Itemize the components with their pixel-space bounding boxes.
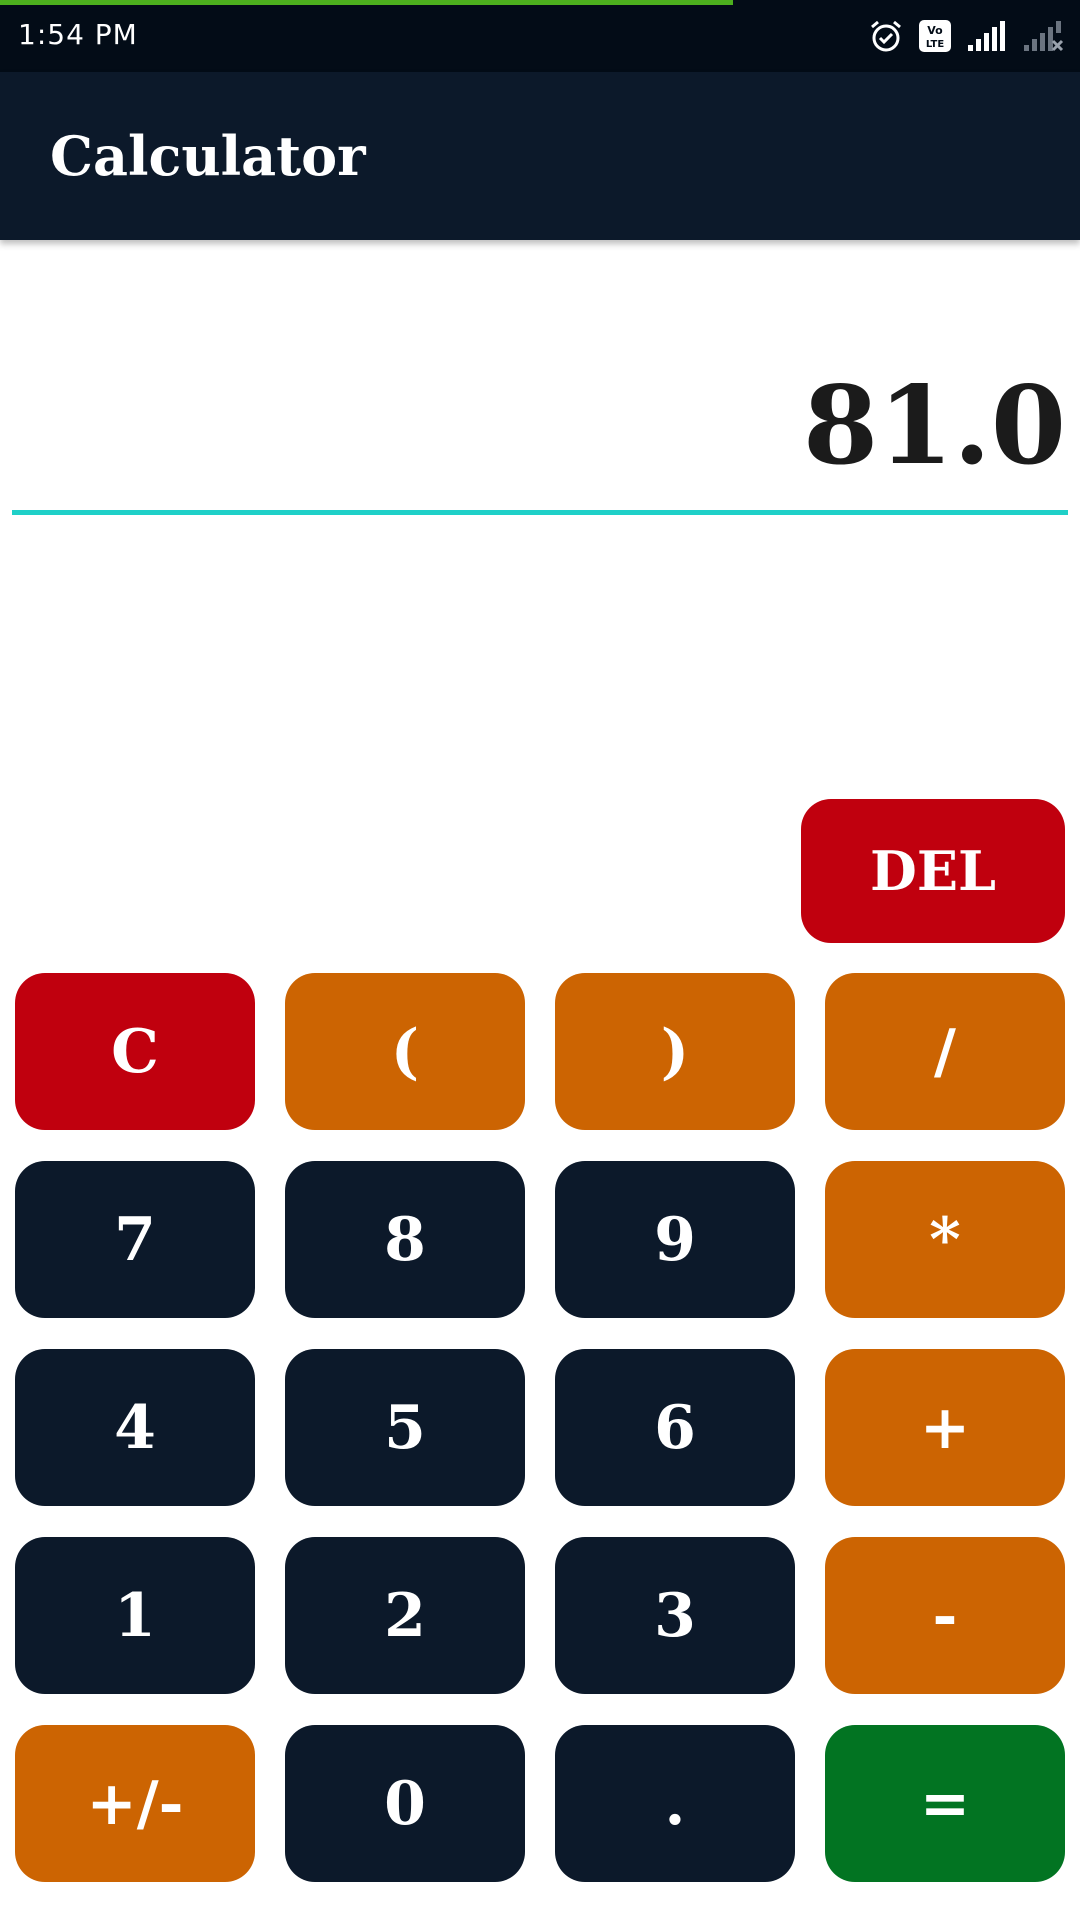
open-paren-button[interactable]: ( xyxy=(285,973,525,1130)
minus-button[interactable]: - xyxy=(825,1537,1065,1694)
alarm-icon xyxy=(871,20,901,52)
status-time: 1:54 PM xyxy=(18,18,138,51)
plus-button[interactable]: + xyxy=(825,1349,1065,1506)
five-button[interactable]: 5 xyxy=(285,1349,525,1506)
display-value: 81.0 xyxy=(802,363,1066,489)
loading-progress-line xyxy=(0,0,733,5)
divide-button[interactable]: / xyxy=(825,973,1065,1130)
one-button[interactable]: 1 xyxy=(15,1537,255,1694)
svg-text:LTE: LTE xyxy=(926,39,945,50)
seven-button[interactable]: 7 xyxy=(15,1161,255,1318)
zero-button[interactable]: 0 xyxy=(285,1725,525,1882)
two-button[interactable]: 2 xyxy=(285,1537,525,1694)
close-paren-button[interactable]: ) xyxy=(555,973,795,1130)
svg-text:Vo: Vo xyxy=(927,24,943,37)
plus-minus-button[interactable]: +/- xyxy=(15,1725,255,1882)
multiply-button[interactable]: * xyxy=(825,1161,1065,1318)
decimal-button[interactable]: . xyxy=(555,1725,795,1882)
display-underline xyxy=(12,510,1068,515)
volte-icon: Vo LTE xyxy=(919,20,951,52)
status-bar: 1:54 PM Vo LTE xyxy=(0,0,1080,72)
four-button[interactable]: 4 xyxy=(15,1349,255,1506)
three-button[interactable]: 3 xyxy=(555,1537,795,1694)
clear-button[interactable]: C xyxy=(15,973,255,1130)
six-button[interactable]: 6 xyxy=(555,1349,795,1506)
eight-button[interactable]: 8 xyxy=(285,1161,525,1318)
nine-button[interactable]: 9 xyxy=(555,1161,795,1318)
status-icons: Vo LTE xyxy=(868,16,1064,56)
app-title: Calculator xyxy=(50,124,366,188)
signal-icon xyxy=(968,21,1005,51)
app-bar: Calculator xyxy=(0,72,1080,240)
delete-button[interactable]: DEL xyxy=(801,799,1065,943)
signal-no-service-icon xyxy=(1024,21,1064,52)
equals-button[interactable]: = xyxy=(825,1725,1065,1882)
